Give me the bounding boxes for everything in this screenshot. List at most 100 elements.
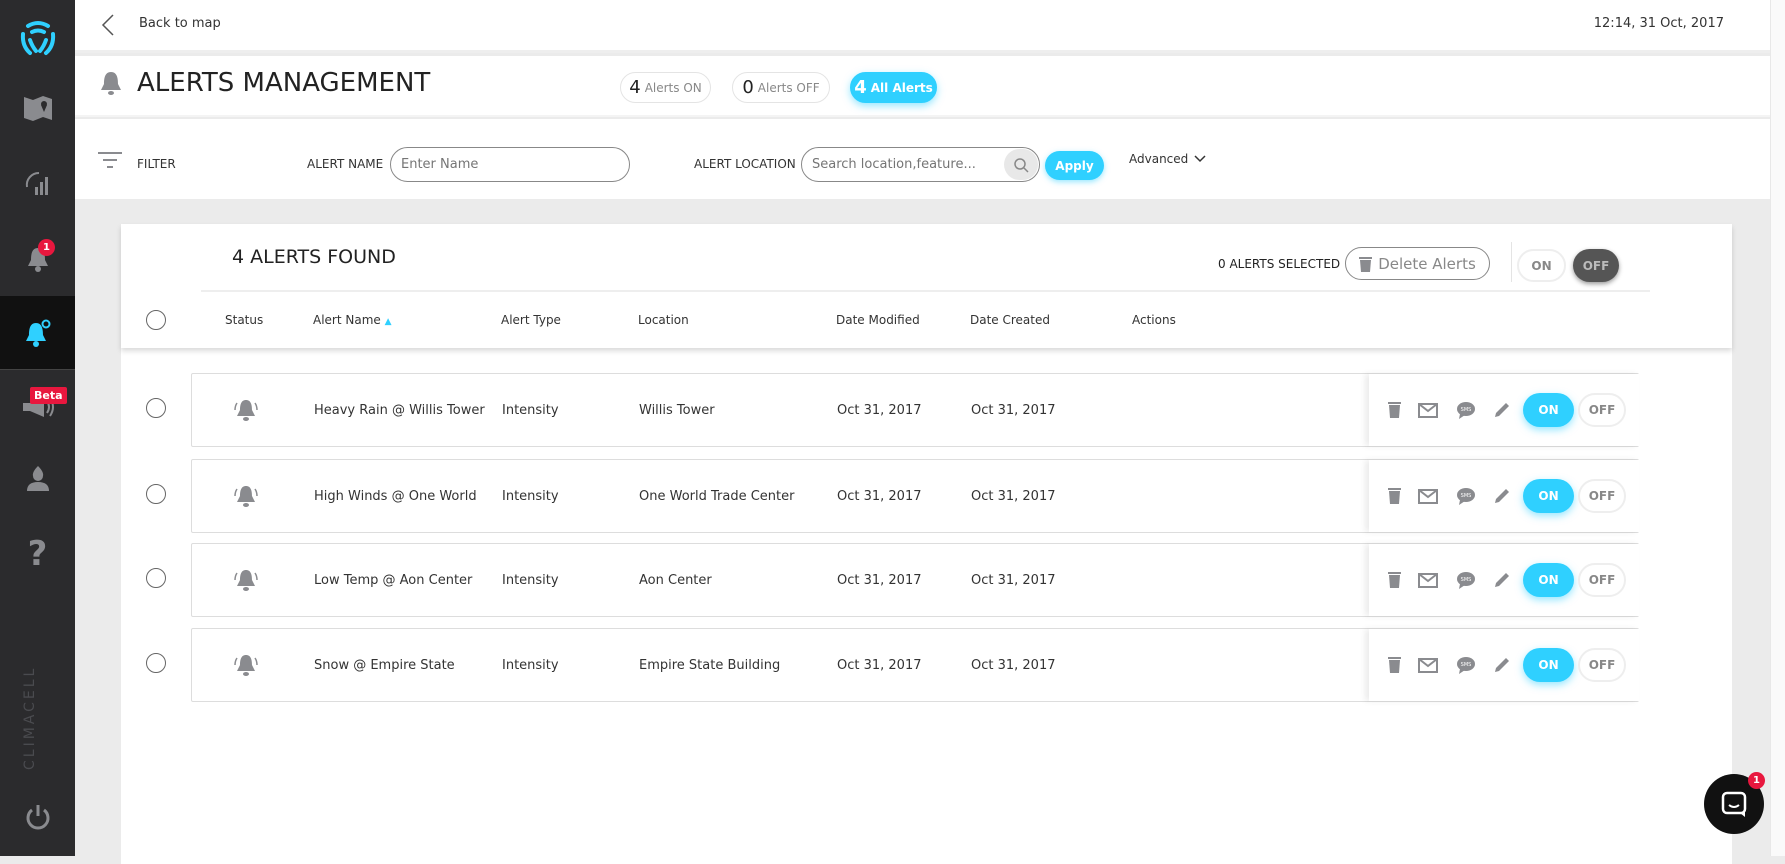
trash-icon bbox=[1387, 572, 1401, 588]
top-bar: Back to map 12:14, 31 Oct, 2017 bbox=[75, 0, 1770, 53]
sms-button[interactable]: SMS bbox=[1455, 485, 1477, 507]
pill-label: All Alerts bbox=[870, 80, 933, 95]
table-row: Heavy Rain @ Willis Tower Intensity Will… bbox=[191, 373, 1639, 447]
page-title: ALERTS MANAGEMENT bbox=[137, 68, 431, 98]
row-checkbox[interactable] bbox=[146, 484, 166, 504]
svg-text:SMS: SMS bbox=[1461, 662, 1472, 668]
date-created: Oct 31, 2017 bbox=[971, 489, 1056, 504]
power-icon bbox=[26, 805, 49, 830]
alert-location: One World Trade Center bbox=[639, 489, 795, 504]
scrollbar[interactable] bbox=[1770, 0, 1785, 856]
sidebar-item-help[interactable]: ? bbox=[0, 524, 75, 584]
column-header-actions: Actions bbox=[1132, 313, 1176, 327]
advanced-dropdown[interactable]: Advanced bbox=[1129, 152, 1206, 166]
svg-text:SMS: SMS bbox=[1461, 493, 1472, 499]
advanced-label: Advanced bbox=[1129, 152, 1189, 166]
alert-type: Intensity bbox=[502, 403, 559, 418]
alert-location: Willis Tower bbox=[639, 403, 715, 418]
bulk-on-toggle[interactable]: ON bbox=[1517, 249, 1566, 282]
row-on-toggle[interactable]: ON bbox=[1523, 563, 1574, 597]
sort-asc-icon: ▲ bbox=[384, 317, 392, 327]
row-off-toggle[interactable]: OFF bbox=[1578, 393, 1626, 427]
filter-label: FILTER bbox=[137, 157, 176, 171]
chat-badge: 1 bbox=[1748, 772, 1765, 789]
back-chevron-icon[interactable] bbox=[101, 13, 115, 41]
select-all-checkbox[interactable] bbox=[146, 310, 166, 330]
row-off-toggle[interactable]: OFF bbox=[1578, 563, 1626, 597]
column-header-location[interactable]: Location bbox=[638, 313, 689, 327]
delete-button[interactable] bbox=[1385, 400, 1403, 420]
row-on-toggle[interactable]: ON bbox=[1523, 393, 1574, 427]
sidebar-item-profile[interactable] bbox=[0, 448, 75, 508]
logo[interactable] bbox=[0, 8, 75, 68]
sidebar-item-map[interactable] bbox=[0, 78, 75, 138]
alert-location-label: ALERT LOCATION bbox=[694, 157, 796, 171]
alarm-bell-icon bbox=[234, 655, 258, 676]
logout-button[interactable] bbox=[0, 787, 75, 847]
email-button[interactable] bbox=[1417, 655, 1439, 675]
date-created: Oct 31, 2017 bbox=[971, 658, 1056, 673]
sidebar-item-analytics[interactable] bbox=[0, 152, 75, 212]
row-on-toggle[interactable]: ON bbox=[1523, 479, 1574, 513]
sidebar-item-alerts-management[interactable] bbox=[0, 296, 75, 370]
alerts-selected-count: 0 ALERTS SELECTED bbox=[1218, 257, 1341, 271]
search-icon bbox=[1014, 157, 1029, 173]
filter-pill-alerts-on[interactable]: 4 Alerts ON bbox=[620, 72, 711, 103]
row-on-toggle[interactable]: ON bbox=[1523, 648, 1574, 682]
apply-button[interactable]: Apply bbox=[1045, 151, 1104, 180]
map-icon bbox=[23, 96, 52, 121]
delete-button[interactable] bbox=[1385, 655, 1403, 675]
alert-location: Aon Center bbox=[639, 573, 712, 588]
search-button[interactable] bbox=[1004, 149, 1038, 180]
pill-label: Alerts ON bbox=[644, 80, 702, 95]
delete-alerts-button[interactable]: Delete Alerts bbox=[1345, 247, 1490, 280]
row-checkbox[interactable] bbox=[146, 398, 166, 418]
email-button[interactable] bbox=[1417, 486, 1439, 506]
sms-icon: SMS bbox=[1457, 488, 1475, 505]
column-header-alert-type[interactable]: Alert Type bbox=[501, 313, 561, 327]
filter-icon[interactable] bbox=[98, 152, 122, 170]
alert-name-input[interactable] bbox=[390, 147, 630, 182]
sms-button[interactable]: SMS bbox=[1455, 654, 1477, 676]
row-actions: SMS ON OFF bbox=[1369, 544, 1639, 616]
delete-button[interactable] bbox=[1385, 570, 1403, 590]
trash-icon bbox=[1387, 402, 1401, 418]
filter-pill-all-alerts[interactable]: 4 All Alerts bbox=[850, 72, 937, 103]
email-button[interactable] bbox=[1417, 570, 1439, 590]
column-header-alert-name[interactable]: Alert Name ▲ bbox=[313, 313, 392, 327]
row-actions: SMS ON OFF bbox=[1369, 460, 1639, 532]
delete-button[interactable] bbox=[1385, 486, 1403, 506]
column-header-date-modified[interactable]: Date Modified bbox=[836, 313, 920, 327]
signal-icon bbox=[25, 171, 48, 195]
sms-button[interactable]: SMS bbox=[1455, 399, 1477, 421]
column-header-status[interactable]: Status bbox=[225, 313, 263, 327]
back-to-map-link[interactable]: Back to map bbox=[139, 16, 221, 31]
email-button[interactable] bbox=[1417, 400, 1439, 420]
filter-pill-alerts-off[interactable]: 0 Alerts OFF bbox=[732, 72, 830, 103]
chat-button[interactable]: 1 bbox=[1704, 772, 1765, 834]
sidebar-item-notifications[interactable]: 1 bbox=[0, 229, 75, 289]
mail-icon bbox=[1418, 488, 1438, 504]
climacell-logo-icon bbox=[20, 21, 55, 55]
notification-badge: 1 bbox=[38, 239, 55, 256]
row-off-toggle[interactable]: OFF bbox=[1578, 479, 1626, 513]
edit-button[interactable] bbox=[1491, 569, 1513, 591]
sms-button[interactable]: SMS bbox=[1455, 569, 1477, 591]
sidebar-item-broadcast[interactable]: Beta bbox=[0, 377, 75, 437]
bulk-off-toggle[interactable]: OFF bbox=[1573, 249, 1619, 282]
sms-icon: SMS bbox=[1457, 402, 1475, 419]
row-off-toggle[interactable]: OFF bbox=[1578, 648, 1626, 682]
edit-button[interactable] bbox=[1491, 399, 1513, 421]
alert-type: Intensity bbox=[502, 573, 559, 588]
row-checkbox[interactable] bbox=[146, 568, 166, 588]
mail-icon bbox=[1418, 572, 1438, 588]
user-icon bbox=[26, 466, 49, 491]
pill-count: 4 bbox=[629, 77, 641, 98]
datetime: 12:14, 31 Oct, 2017 bbox=[1593, 16, 1724, 31]
row-actions: SMS ON OFF bbox=[1369, 629, 1639, 701]
column-header-date-created[interactable]: Date Created bbox=[970, 313, 1050, 327]
divider bbox=[1511, 242, 1512, 282]
edit-button[interactable] bbox=[1491, 485, 1513, 507]
row-checkbox[interactable] bbox=[146, 653, 166, 673]
edit-button[interactable] bbox=[1491, 654, 1513, 676]
